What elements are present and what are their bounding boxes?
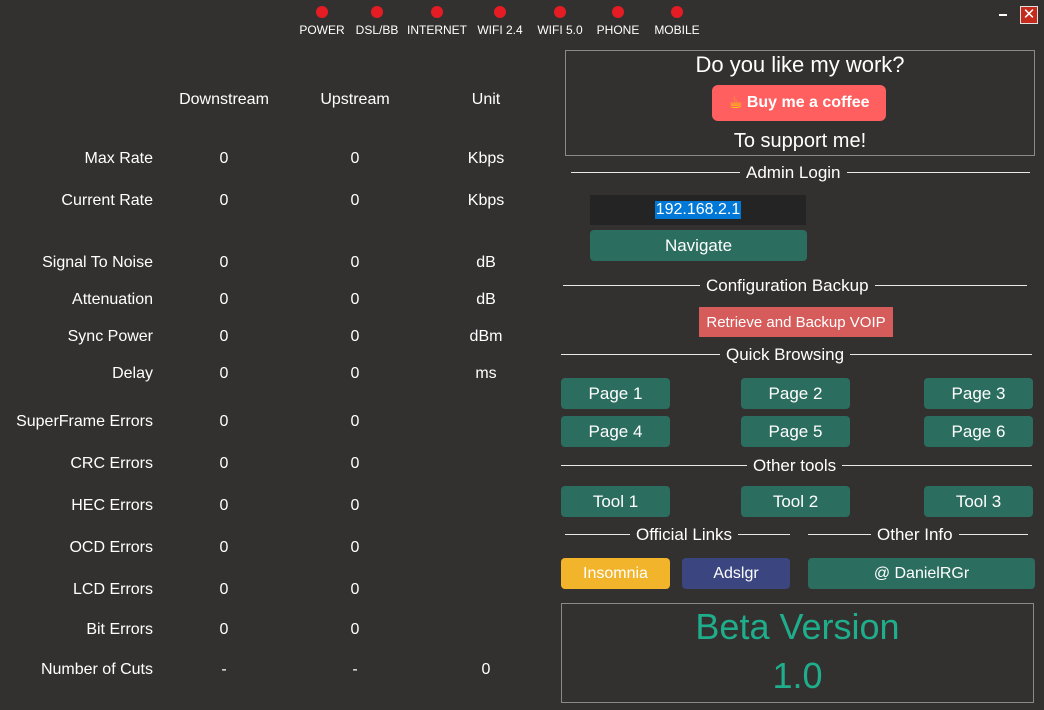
- tool-2-button[interactable]: Tool 2: [741, 486, 850, 517]
- cell-down: 0: [219, 254, 229, 271]
- cell-unit: Kbps: [467, 192, 505, 209]
- cell-up: 0: [350, 497, 360, 514]
- page-5-button[interactable]: Page 5: [741, 416, 850, 447]
- navigate-button[interactable]: Navigate: [590, 230, 807, 261]
- insomnia-link-button[interactable]: Insomnia: [561, 558, 670, 589]
- coffee-label: Buy me a coffee: [746, 94, 870, 111]
- close-icon[interactable]: ✕: [1020, 6, 1038, 24]
- page-3-button[interactable]: Page 3: [924, 378, 1033, 409]
- led-internet: INTERNET: [402, 6, 472, 37]
- official-links-label: Official Links: [630, 525, 739, 545]
- page-2-button[interactable]: Page 2: [741, 378, 850, 409]
- adslgr-link-button[interactable]: Adslgr: [682, 558, 790, 589]
- page-1-button[interactable]: Page 1: [561, 378, 670, 409]
- cell-down: 0: [219, 328, 229, 345]
- cell-up: 0: [350, 365, 360, 382]
- minimize-icon[interactable]: [996, 8, 1010, 22]
- cell-down: 0: [219, 621, 229, 638]
- cell-up: 0: [350, 254, 360, 271]
- other-info-label: Other Info: [871, 525, 959, 545]
- row-label-hec-errors: HEC Errors: [71, 497, 153, 514]
- row-label-current-rate: Current Rate: [61, 192, 153, 209]
- cell-down: 0: [219, 581, 229, 598]
- status-dot-icon: [371, 6, 383, 18]
- cell-up: 0: [350, 328, 360, 345]
- unit-header: Unit: [471, 91, 501, 108]
- buy-me-a-coffee-button[interactable]: ☕ Buy me a coffee: [712, 85, 886, 121]
- cell-down: 0: [219, 455, 229, 472]
- quick-browsing-label: Quick Browsing: [720, 345, 851, 365]
- cell-up: 0: [350, 150, 360, 167]
- cell-unit: ms: [475, 365, 497, 382]
- cell-up: -: [352, 661, 358, 678]
- admin-login-label: Admin Login: [740, 163, 847, 183]
- cell-up: 0: [350, 413, 360, 430]
- other-tools-label: Other tools: [747, 456, 843, 476]
- cell-down: 0: [219, 365, 229, 382]
- cell-up: 0: [350, 192, 360, 209]
- cell-up: 0: [350, 581, 360, 598]
- upstream-header: Upstream: [320, 91, 390, 108]
- row-label-superframe-errors: SuperFrame Errors: [16, 413, 153, 430]
- cell-down: -: [221, 661, 227, 678]
- row-label-sync-power: Sync Power: [67, 328, 153, 345]
- configuration-backup-label: Configuration Backup: [700, 276, 875, 296]
- row-label-max-rate: Max Rate: [84, 150, 153, 167]
- row-label-delay: Delay: [112, 365, 153, 382]
- ip-address-input[interactable]: 192.168.2.1: [590, 195, 806, 225]
- cup-icon: ☕: [728, 95, 743, 112]
- support-subtitle: To support me!: [733, 130, 867, 152]
- downstream-header: Downstream: [179, 91, 269, 108]
- status-dot-icon: [554, 6, 566, 18]
- row-label-snr: Signal To Noise: [42, 254, 153, 271]
- cell-down: 0: [219, 291, 229, 308]
- cell-up: 0: [350, 291, 360, 308]
- cell-down: 0: [219, 497, 229, 514]
- cell-down: 0: [219, 413, 229, 430]
- row-label-number-of-cuts: Number of Cuts: [40, 661, 153, 678]
- cell-unit: dB: [476, 291, 496, 308]
- page-6-button[interactable]: Page 6: [924, 416, 1033, 447]
- led-label: INTERNET: [407, 23, 467, 37]
- version-number: 1.0: [772, 655, 823, 696]
- cell-unit: dB: [476, 254, 496, 271]
- cell-down: 0: [219, 150, 229, 167]
- cell-down: 0: [219, 192, 229, 209]
- led-label: MOBILE: [654, 23, 700, 37]
- row-label-ocd-errors: OCD Errors: [69, 539, 153, 556]
- tool-3-button[interactable]: Tool 3: [924, 486, 1033, 517]
- cell-unit: Kbps: [467, 150, 505, 167]
- author-link-button[interactable]: @ DanielRGr: [808, 558, 1035, 589]
- led-mobile: MOBILE: [642, 6, 712, 37]
- cell-up: 0: [350, 539, 360, 556]
- cell-unit: dBm: [469, 328, 503, 345]
- status-dot-icon: [612, 6, 624, 18]
- status-dot-icon: [316, 6, 328, 18]
- row-label-attenuation: Attenuation: [72, 291, 153, 308]
- cell-up: 0: [350, 621, 360, 638]
- ip-address-value: 192.168.2.1: [654, 201, 742, 219]
- cell-unit: 0: [481, 661, 491, 678]
- version-title: Beta Version: [695, 606, 900, 647]
- cell-down: 0: [219, 539, 229, 556]
- row-label-bit-errors: Bit Errors: [86, 621, 153, 638]
- status-dot-icon: [431, 6, 443, 18]
- page-4-button[interactable]: Page 4: [561, 416, 670, 447]
- row-label-lcd-errors: LCD Errors: [72, 581, 153, 598]
- support-title: Do you like my work?: [695, 52, 905, 77]
- status-dot-icon: [671, 6, 683, 18]
- retrieve-backup-voip-button[interactable]: Retrieve and Backup VOIP: [699, 307, 893, 337]
- tool-1-button[interactable]: Tool 1: [561, 486, 670, 517]
- row-label-crc-errors: CRC Errors: [70, 455, 153, 472]
- status-dot-icon: [494, 6, 506, 18]
- cell-up: 0: [350, 455, 360, 472]
